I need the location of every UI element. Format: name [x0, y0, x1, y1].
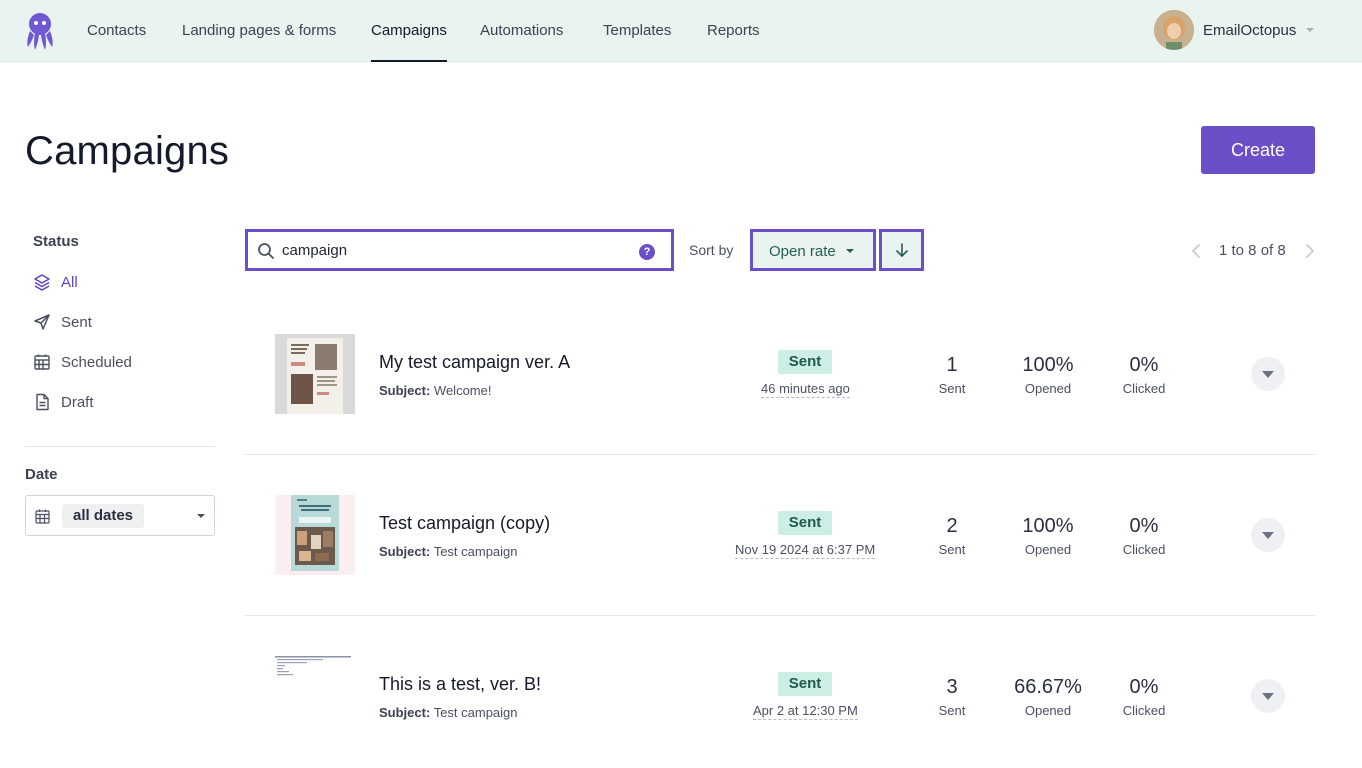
page-title: Campaigns [25, 129, 230, 173]
avatar[interactable] [1154, 10, 1194, 50]
sidebar-item-label: Sent [61, 313, 92, 331]
document-icon [36, 393, 49, 411]
date-filter-select[interactable]: all dates [25, 495, 215, 536]
nav-templates[interactable]: Templates [603, 0, 671, 62]
nav-landing-pages-forms[interactable]: Landing pages & forms [182, 0, 336, 62]
account-name[interactable]: EmailOctopus [1203, 0, 1296, 61]
click-rate: 0% [1129, 515, 1159, 537]
sent-count: 3 [946, 676, 958, 698]
nav-campaigns[interactable]: Campaigns [371, 0, 447, 62]
sidebar-item-label: All [61, 273, 78, 291]
clicked-label: Clicked [1122, 542, 1166, 557]
arrow-down-icon [896, 243, 908, 257]
sidebar-item-label: Draft [61, 393, 94, 411]
chevron-right-icon[interactable] [1303, 243, 1317, 259]
status-badge: Sent [778, 511, 832, 535]
sidebar-item-scheduled[interactable]: Scheduled [33, 351, 132, 373]
status-heading: Status [33, 233, 79, 250]
layers-icon [34, 274, 50, 291]
status-badge: Sent [778, 350, 832, 374]
sort-field-value: Open rate [769, 243, 836, 260]
sidebar-item-all[interactable]: All [33, 271, 78, 293]
status-badge: Sent [778, 672, 832, 696]
campaign-date: 46 minutes ago [761, 381, 850, 398]
campaign-date: Nov 19 2024 at 6:37 PM [735, 542, 876, 559]
caret-down-icon [846, 249, 854, 253]
row-actions-dropdown[interactable] [1251, 679, 1285, 713]
nav-contacts[interactable]: Contacts [87, 0, 146, 62]
opened-label: Opened [1024, 703, 1072, 718]
clicked-label: Clicked [1122, 381, 1166, 396]
sent-count: 2 [946, 515, 958, 537]
campaign-name[interactable]: My test campaign ver. A [379, 352, 570, 373]
open-rate: 100% [1022, 354, 1074, 376]
search-icon [258, 243, 274, 259]
opened-label: Opened [1024, 381, 1072, 396]
campaign-row[interactable]: Test campaign (copy) Subject: Test campa… [245, 455, 1315, 616]
campaign-name[interactable]: Test campaign (copy) [379, 513, 550, 534]
nav-reports[interactable]: Reports [707, 0, 760, 62]
date-heading: Date [25, 466, 58, 483]
sort-field-dropdown[interactable]: Open rate [750, 229, 876, 271]
opened-label: Opened [1024, 542, 1072, 557]
campaign-row[interactable]: This is a test, ver. B! Subject: Test ca… [245, 616, 1315, 768]
campaign-subject: Subject: Test campaign [379, 705, 518, 720]
nav-automations[interactable]: Automations [480, 0, 563, 62]
help-icon[interactable]: ? [639, 244, 655, 260]
campaign-name[interactable]: This is a test, ver. B! [379, 674, 541, 695]
click-rate: 0% [1129, 354, 1159, 376]
top-navigation: Contacts Landing pages & forms Campaigns… [0, 0, 1362, 62]
campaign-thumbnail[interactable] [275, 334, 355, 414]
search-input[interactable] [282, 238, 627, 262]
chevron-down-icon[interactable] [1306, 28, 1314, 32]
open-rate: 100% [1022, 515, 1074, 537]
sidebar-divider [25, 446, 215, 447]
campaign-row[interactable]: My test campaign ver. A Subject: Welcome… [245, 294, 1315, 455]
sent-label: Sent [938, 703, 966, 718]
sent-label: Sent [938, 381, 966, 396]
sort-direction-button[interactable] [879, 229, 924, 271]
campaign-thumbnail[interactable] [275, 656, 355, 736]
octopus-logo-icon[interactable] [24, 11, 56, 51]
campaign-subject: Subject: Welcome! [379, 383, 492, 398]
date-filter-value: all dates [62, 504, 145, 528]
campaign-date: Apr 2 at 12:30 PM [753, 703, 858, 720]
sidebar-item-label: Scheduled [61, 353, 132, 371]
calendar-icon [34, 354, 50, 370]
caret-down-icon [197, 514, 205, 518]
sidebar-item-draft[interactable]: Draft [33, 391, 94, 413]
search-box[interactable]: ? [245, 229, 674, 271]
campaign-subject: Subject: Test campaign [379, 544, 518, 559]
chevron-left-icon[interactable] [1189, 243, 1203, 259]
click-rate: 0% [1129, 676, 1159, 698]
sort-by-label: Sort by [689, 242, 734, 258]
sidebar-item-sent[interactable]: Sent [33, 311, 92, 333]
open-rate: 66.67% [1014, 676, 1082, 698]
sent-count: 1 [946, 354, 958, 376]
clicked-label: Clicked [1122, 703, 1166, 718]
campaign-thumbnail[interactable] [275, 495, 355, 575]
create-button[interactable]: Create [1201, 126, 1315, 174]
row-actions-dropdown[interactable] [1251, 518, 1285, 552]
row-actions-dropdown[interactable] [1251, 357, 1285, 391]
pagination-text: 1 to 8 of 8 [1219, 242, 1286, 259]
paper-plane-icon [34, 314, 50, 330]
calendar-icon [35, 509, 50, 524]
sent-label: Sent [938, 542, 966, 557]
